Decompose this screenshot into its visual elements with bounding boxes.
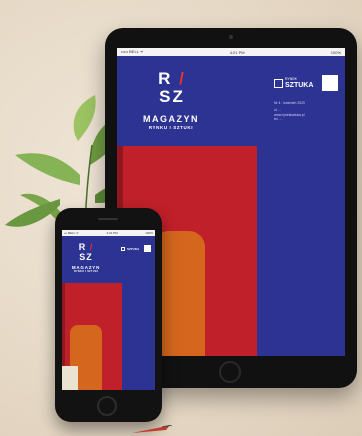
brand-text: RYNEK SZTUKA — [285, 77, 314, 89]
phone-cover-artwork — [62, 283, 122, 390]
battery-level: 100% — [330, 49, 341, 55]
phone-magazine-title: MAGAZYN RYNKU I SZTUKI — [66, 265, 106, 273]
logo-r: R — [158, 69, 173, 88]
tablet-camera — [229, 35, 233, 39]
phone-battery-level: 100% — [145, 231, 153, 235]
phone-logo-z: Z — [86, 252, 93, 262]
phone-brand-badge: SZTUKA — [121, 247, 139, 251]
brand-name: SZTUKA — [285, 81, 314, 89]
logo-slash: / — [179, 69, 186, 88]
logo-z: Z — [172, 87, 185, 106]
magazine-subtitle: RYNKU I SZTUKI — [148, 125, 194, 130]
carrier-signal: ••••• BELL ᯤ — [121, 49, 144, 54]
tablet-status-bar: ••••• BELL ᯤ 4:21 PM 100% — [117, 48, 345, 56]
issue-contact: tel. ... — [274, 116, 283, 121]
issue-info: Nr 4 · kwiecień 2020 ul. ... www.rynekis… — [274, 101, 340, 121]
status-time: 4:21 PM — [229, 49, 245, 55]
phone-status-time: 4:21 PM — [106, 231, 118, 235]
rynek-sztuka-badge: RYNEK SZTUKA — [274, 77, 314, 89]
magazine-title: MAGAZYN RYNKU I SZTUKI — [135, 114, 207, 130]
phone-device: ••• BELL ᯤ 4:21 PM 100% R / SZ MAGAZYN R… — [55, 208, 162, 422]
phone-logo-r: R — [78, 242, 87, 252]
qr-code-icon — [322, 75, 338, 91]
tablet-home-button[interactable] — [219, 361, 241, 383]
rsz-logo: R / SZ — [147, 70, 197, 106]
phone-magazine-subtitle: RYNKU I SZTUKI — [73, 270, 99, 273]
magazine-title-main: MAGAZYN — [143, 114, 199, 124]
phone-screen: ••• BELL ᯤ 4:21 PM 100% R / SZ MAGAZYN R… — [62, 230, 155, 390]
phone-qr-code-icon — [144, 245, 151, 252]
issue-number: Nr 4 · kwiecień 2020 — [274, 101, 305, 105]
paintbrush-decoration — [132, 425, 172, 433]
phone-speaker — [98, 218, 118, 220]
phone-rsz-logo: R / SZ — [72, 242, 100, 262]
phone-home-button[interactable] — [97, 396, 117, 416]
phone-brand-mark-icon — [121, 247, 125, 251]
phone-art-light-block — [62, 366, 78, 390]
phone-status-bar: ••• BELL ᯤ 4:21 PM 100% — [62, 230, 155, 236]
phone-brand-name: SZTUKA — [127, 246, 140, 251]
brand-mark-icon — [274, 78, 283, 88]
phone-logo-slash: / — [89, 242, 94, 252]
phone-carrier-signal: ••• BELL ᯤ — [64, 231, 79, 235]
logo-s: S — [159, 87, 173, 106]
